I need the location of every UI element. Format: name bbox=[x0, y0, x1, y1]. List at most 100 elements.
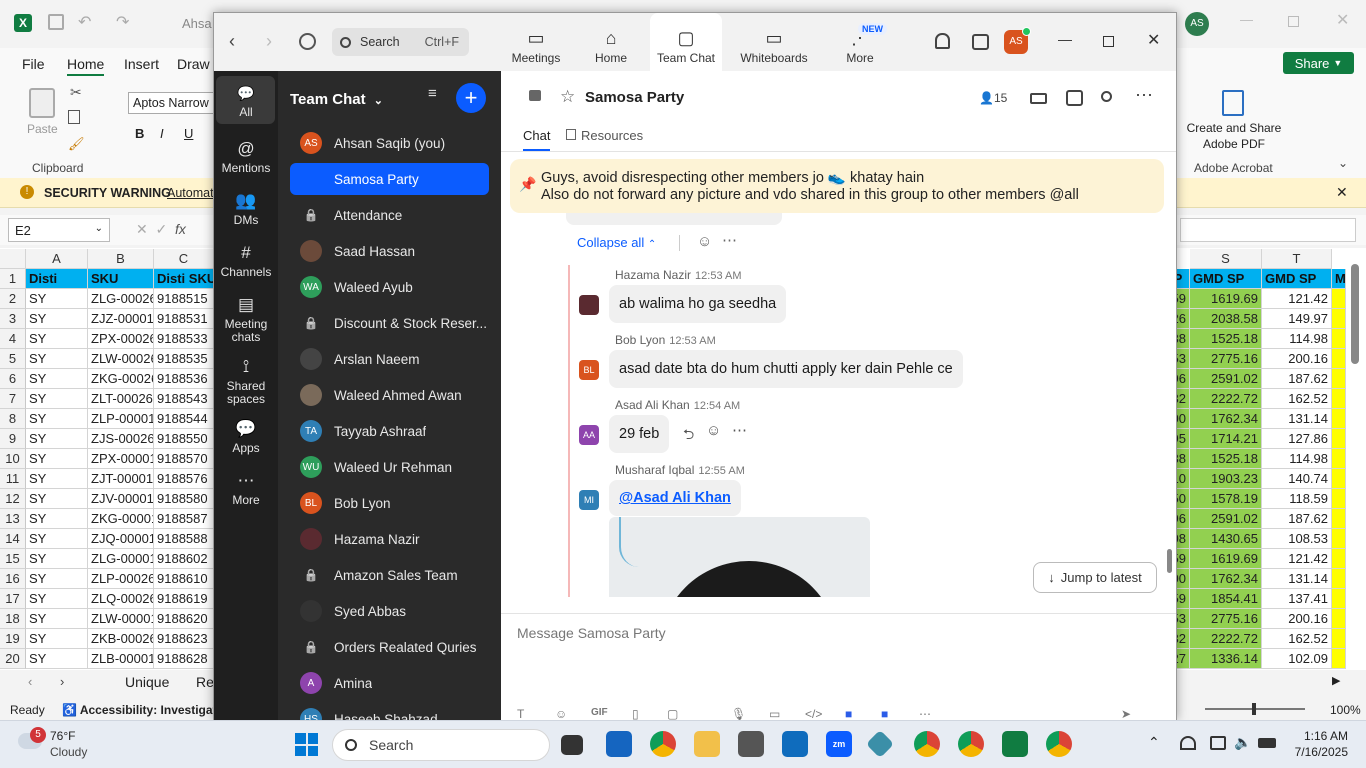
app-icon-1[interactable]: ■ bbox=[845, 707, 852, 721]
table-cell[interactable]: ZPX-00026 bbox=[88, 329, 154, 349]
row-header[interactable]: 10 bbox=[0, 449, 26, 469]
chat-list-item[interactable]: Samosa Party bbox=[290, 163, 489, 195]
row-header[interactable]: 6 bbox=[0, 369, 26, 389]
table-cell[interactable] bbox=[1332, 369, 1346, 389]
table-cell[interactable]: SY bbox=[26, 309, 88, 329]
table-cell[interactable]: 9188543 bbox=[154, 389, 214, 409]
tab-more[interactable]: ⋰ More NEW bbox=[834, 13, 887, 71]
table-cell[interactable]: 162.52 bbox=[1262, 389, 1332, 409]
message-reaction-icon[interactable]: ☺ bbox=[706, 422, 721, 439]
table-cell[interactable]: SY bbox=[26, 329, 88, 349]
table-cell[interactable]: 9188515 bbox=[154, 289, 214, 309]
outlook-icon[interactable] bbox=[782, 731, 808, 757]
table-cell[interactable]: 1578.19 bbox=[1190, 489, 1262, 509]
weather-condition[interactable]: Cloudy bbox=[50, 745, 87, 759]
row-header[interactable]: 16 bbox=[0, 569, 26, 589]
video-message-icon[interactable]: ▭ bbox=[769, 707, 780, 721]
table-cell[interactable] bbox=[1332, 649, 1346, 669]
table-cell[interactable]: 1525.18 bbox=[1190, 449, 1262, 469]
gif-icon[interactable]: GIF bbox=[591, 707, 608, 718]
table-cell[interactable]: 108.53 bbox=[1262, 529, 1332, 549]
table-cell[interactable] bbox=[1332, 329, 1346, 349]
table-cell[interactable]: 2222.72 bbox=[1190, 629, 1262, 649]
mic-icon[interactable]: 🎙 bbox=[731, 707, 746, 721]
format-painter-icon[interactable]: 🖌 bbox=[68, 136, 85, 152]
table-cell[interactable]: 121.42 bbox=[1262, 289, 1332, 309]
table-cell[interactable]: ZPX-00001 bbox=[88, 449, 154, 469]
rail-item-shared-spaces[interactable]: ⟟ Shared spaces bbox=[216, 357, 276, 406]
table-cell[interactable]: 114.98 bbox=[1262, 449, 1332, 469]
text-format-icon[interactable]: T bbox=[517, 707, 524, 721]
excel-taskbar-icon[interactable] bbox=[1002, 731, 1028, 757]
menu-insert[interactable]: Insert bbox=[124, 56, 159, 72]
table-cell[interactable] bbox=[1332, 389, 1346, 409]
row-header[interactable]: 8 bbox=[0, 409, 26, 429]
table-cell[interactable]: SY bbox=[26, 609, 88, 629]
clock-date[interactable]: 7/16/2025 bbox=[1280, 745, 1348, 759]
table-cell[interactable]: 2591.02 bbox=[1190, 509, 1262, 529]
accessibility-status[interactable]: ♿ Accessibility: Investigate bbox=[62, 703, 223, 717]
select-all-corner[interactable] bbox=[0, 249, 26, 269]
message-avatar[interactable]: MI bbox=[579, 490, 599, 510]
tab-home[interactable]: ⌂ Home bbox=[590, 13, 632, 71]
chat-list-item[interactable]: TA Tayyab Ashraaf bbox=[290, 415, 489, 447]
channel-name[interactable]: Samosa Party bbox=[585, 89, 684, 106]
table-cell[interactable]: ZLP-00001 bbox=[88, 409, 154, 429]
message-input[interactable]: Message Samosa Party bbox=[517, 625, 1157, 641]
zoom-slider-thumb[interactable] bbox=[1252, 703, 1256, 715]
chat-list-title[interactable]: Team Chat ⌄ bbox=[290, 91, 383, 108]
history-icon[interactable] bbox=[299, 33, 316, 50]
paste-label[interactable]: Paste bbox=[27, 122, 58, 136]
excel-minimize-icon[interactable]: — bbox=[1240, 12, 1253, 27]
table-cell[interactable]: 1430.65 bbox=[1190, 529, 1262, 549]
table-cell[interactable]: 131.14 bbox=[1262, 409, 1332, 429]
table-cell[interactable]: 9188628 bbox=[154, 649, 214, 669]
message-bubble[interactable]: asad date bta do hum chutti apply ker da… bbox=[609, 350, 963, 388]
table-cell[interactable]: ZLP-00026 bbox=[88, 569, 154, 589]
table-cell[interactable]: 9188588 bbox=[154, 529, 214, 549]
formula-input[interactable] bbox=[1180, 218, 1356, 242]
table-cell[interactable]: SY bbox=[26, 549, 88, 569]
table-cell[interactable] bbox=[1332, 289, 1346, 309]
row-header[interactable]: 15 bbox=[0, 549, 26, 569]
send-icon[interactable]: ➤ bbox=[1121, 707, 1131, 721]
table-cell[interactable]: 9188602 bbox=[154, 549, 214, 569]
chrome-profile-icon-3[interactable] bbox=[1046, 731, 1072, 757]
table-cell[interactable]: SY bbox=[26, 349, 88, 369]
table-cell[interactable]: 9188550 bbox=[154, 429, 214, 449]
italic-button[interactable]: I bbox=[160, 126, 164, 141]
header-cell-s[interactable]: GMD SP bbox=[1190, 269, 1262, 289]
table-cell[interactable]: ZJZ-00001 bbox=[88, 309, 154, 329]
table-cell[interactable]: 2038.58 bbox=[1190, 309, 1262, 329]
tray-display-icon[interactable] bbox=[1210, 736, 1226, 750]
bold-button[interactable]: B bbox=[135, 126, 144, 141]
table-cell[interactable]: ZLW-00001 bbox=[88, 609, 154, 629]
table-cell[interactable]: 1762.34 bbox=[1190, 569, 1262, 589]
tray-battery-icon[interactable] bbox=[1258, 738, 1276, 748]
vertical-scrollbar[interactable] bbox=[1351, 264, 1359, 364]
table-cell[interactable]: 9188533 bbox=[154, 329, 214, 349]
tray-chevron-icon[interactable]: ⌃ bbox=[1148, 734, 1160, 751]
table-cell[interactable]: 9188619 bbox=[154, 589, 214, 609]
table-cell[interactable]: 9188587 bbox=[154, 509, 214, 529]
undo-icon[interactable]: ↶ bbox=[78, 12, 91, 32]
table-cell[interactable]: 1714.21 bbox=[1190, 429, 1262, 449]
header-cell-a[interactable]: Disti bbox=[26, 269, 88, 289]
table-cell[interactable]: ZLG-00026 bbox=[88, 289, 154, 309]
excel-restore-icon[interactable] bbox=[1288, 16, 1299, 27]
row-header[interactable]: 12 bbox=[0, 489, 26, 509]
message-bubble[interactable]: 29 feb bbox=[609, 415, 670, 453]
bell-icon[interactable] bbox=[935, 33, 950, 49]
rail-item-mentions[interactable]: @ Mentions bbox=[216, 139, 276, 175]
table-cell[interactable]: SY bbox=[26, 589, 88, 609]
table-cell[interactable]: 1854.41 bbox=[1190, 589, 1262, 609]
table-cell[interactable]: 9188531 bbox=[154, 309, 214, 329]
sender-name[interactable]: Bob Lyon bbox=[615, 333, 665, 347]
table-cell[interactable]: 9188535 bbox=[154, 349, 214, 369]
taskbar-search[interactable]: Search bbox=[332, 729, 550, 761]
chat-scrollbar[interactable] bbox=[1167, 549, 1172, 573]
rail-item-meeting-chats[interactable]: ▤ Meeting chats bbox=[216, 295, 276, 344]
adobe-pdf-icon[interactable] bbox=[1222, 90, 1244, 116]
video-call-icon[interactable] bbox=[1030, 93, 1047, 104]
filter-icon[interactable]: ≡ bbox=[428, 86, 437, 101]
